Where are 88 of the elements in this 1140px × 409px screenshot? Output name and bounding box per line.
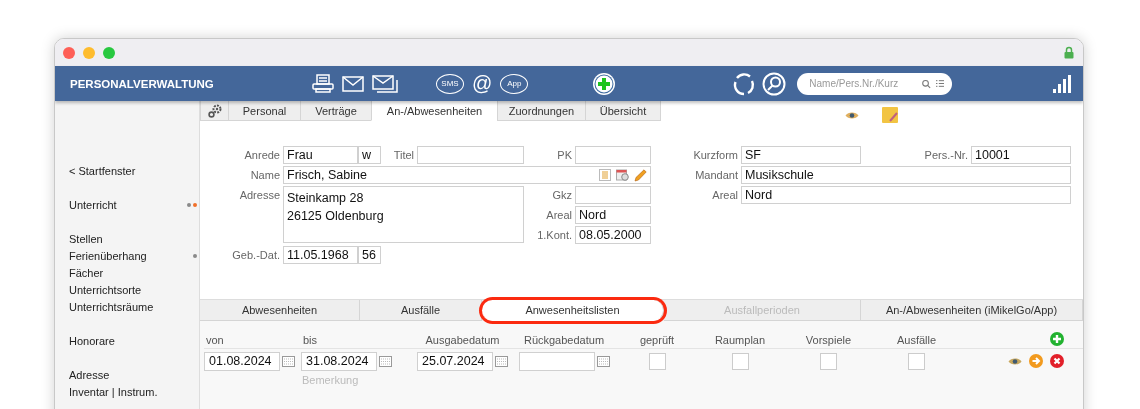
date-field[interactable]	[518, 351, 595, 371]
calendar-icon[interactable]	[282, 355, 295, 367]
checkbox[interactable]	[648, 352, 666, 370]
search-icon[interactable]	[922, 77, 931, 90]
sidebar-item[interactable]: Unterrichtsräume	[69, 298, 199, 315]
add-icon[interactable]	[592, 71, 617, 96]
checkbox[interactable]	[908, 352, 925, 370]
client-field[interactable]: Musikschule	[741, 166, 1071, 184]
field-label: Areal	[711, 189, 738, 201]
tab[interactable]: Personal	[228, 101, 301, 121]
field-label: Mandant	[694, 169, 738, 181]
delete-icon[interactable]	[1050, 354, 1064, 368]
sidebar-item[interactable]: Unterrichtsorte	[69, 281, 199, 298]
column-header: Ausfälle	[896, 334, 937, 346]
area-field[interactable]: Nord	[741, 186, 1071, 204]
title-field[interactable]	[417, 146, 524, 164]
address-field[interactable]: Steinkamp 28 26125 Oldenburg	[283, 186, 524, 243]
pencil-icon[interactable]	[634, 168, 647, 182]
sidebar-item[interactable]: Fächer	[69, 264, 199, 281]
pk-field[interactable]	[575, 146, 651, 164]
settings-button[interactable]	[200, 101, 229, 121]
field-label: Gkz	[551, 189, 572, 201]
column-header: Raumplan	[714, 334, 766, 346]
printer-icon[interactable]	[312, 73, 334, 94]
eye-icon[interactable]	[1008, 356, 1022, 366]
field-label: Anrede	[243, 149, 280, 161]
field-label: Geb.-Dat.	[231, 249, 280, 261]
tab[interactable]: Zuordnungen	[497, 101, 586, 121]
calendar-clock-icon[interactable]	[616, 169, 629, 181]
column-header: Ausgabedatum	[425, 334, 500, 346]
field-label: Pers.-Nr.	[923, 149, 968, 161]
area-field[interactable]: Nord	[575, 206, 651, 224]
add-icon[interactable]	[1050, 332, 1064, 346]
calendar-icon[interactable]	[495, 355, 508, 367]
note-icon[interactable]	[882, 106, 899, 124]
personnel-number-field[interactable]: 10001	[971, 146, 1071, 164]
sidebar-item[interactable]: Stellen	[69, 230, 199, 247]
date-field[interactable]: 01.08.2024	[204, 351, 280, 371]
date-field[interactable]: 08.05.2000	[575, 226, 651, 244]
eye-icon[interactable]	[845, 110, 859, 120]
field-label: Adresse	[238, 188, 280, 201]
field-label: Titel	[392, 149, 414, 161]
field-label: 1.Kont.	[536, 229, 572, 241]
app-title: PERSONALVERWALTUNG	[70, 77, 215, 90]
refresh-icon[interactable]	[732, 71, 757, 96]
tab[interactable]: Übersicht	[585, 101, 661, 121]
birthdate-field[interactable]: 11.05.1968	[283, 246, 358, 264]
gears-icon	[207, 103, 222, 118]
minimize-button[interactable]	[83, 46, 95, 59]
column-header: von	[206, 334, 224, 346]
field-label: Name	[249, 169, 280, 181]
envelope-icon[interactable]	[342, 75, 364, 92]
sidebar-item[interactable]: < Startfenster	[69, 162, 199, 179]
calendar-icon[interactable]	[379, 355, 392, 367]
search-field[interactable]: Name/Pers.Nr./Kurz	[797, 72, 953, 95]
field-label: Kurzform	[692, 149, 738, 161]
field-label: PK	[556, 149, 572, 161]
calendar-icon[interactable]	[596, 355, 610, 367]
tab[interactable]: Anwesenheitslisten	[482, 300, 664, 321]
message-button[interactable]: @	[471, 74, 494, 93]
close-button[interactable]	[63, 46, 75, 59]
column-header: bis	[303, 334, 318, 346]
checkbox[interactable]	[820, 352, 837, 370]
date-field[interactable]: 31.08.2024	[301, 351, 377, 371]
signal-bars-icon	[1053, 74, 1071, 93]
sidebar-item[interactable]: Honorare	[69, 332, 199, 349]
envelopes-icon[interactable]	[372, 74, 398, 93]
sidebar-item[interactable]: Adresse	[69, 366, 199, 383]
checkbox[interactable]	[731, 352, 749, 370]
arrow-right-icon[interactable]	[1029, 354, 1043, 368]
tab[interactable]: Verträge	[300, 101, 372, 121]
gkz-field[interactable]	[575, 186, 651, 204]
field-label: Areal	[545, 209, 572, 221]
sidebar-item[interactable]: Inventar | Instrum.	[69, 383, 199, 400]
search-icon[interactable]	[762, 71, 787, 96]
column-header: Vorspiele	[805, 334, 852, 346]
date-field[interactable]: 25.07.2024	[417, 351, 493, 371]
remark-field[interactable]: Bemerkung	[302, 372, 382, 388]
short-name-field[interactable]: SF	[741, 146, 861, 164]
column-header: geprüft	[639, 334, 675, 346]
age-field: 56	[358, 246, 381, 264]
sidebar-item[interactable]: Ferienüberhang	[69, 247, 199, 264]
sidebar-item[interactable]: Unterricht	[69, 196, 199, 213]
column-header: Rückgabedatum	[523, 334, 605, 346]
zoom-button[interactable]	[103, 46, 115, 59]
name-field[interactable]: Frisch, Sabine	[283, 166, 651, 184]
salutation-field[interactable]: Frau	[283, 146, 358, 164]
gender-field[interactable]: w	[358, 146, 381, 164]
